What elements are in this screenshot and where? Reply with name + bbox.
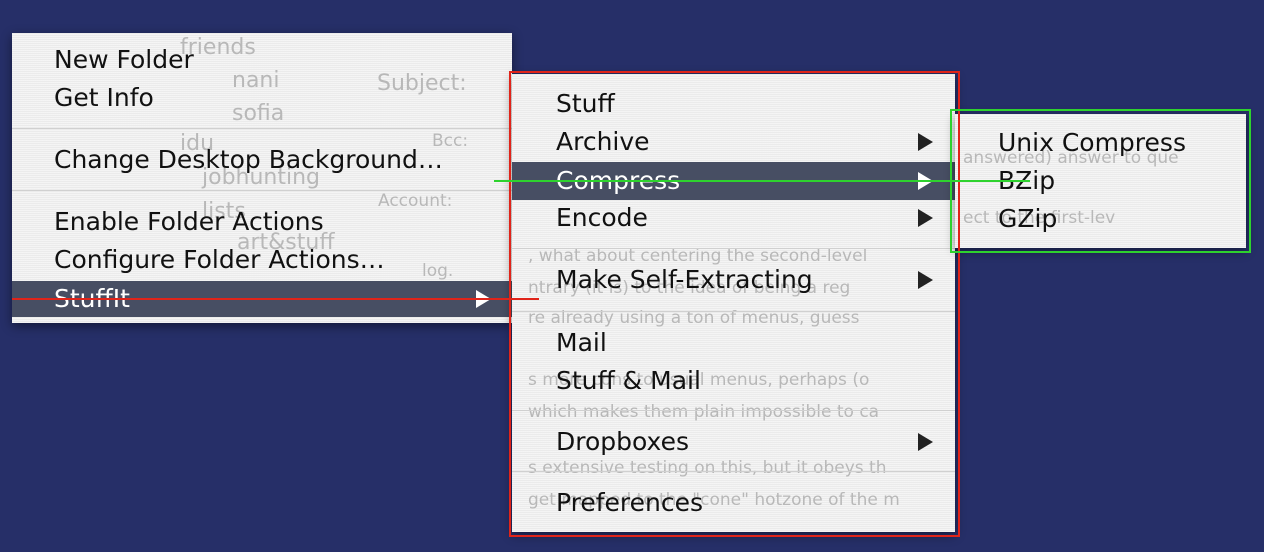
submenu-arrow-icon xyxy=(918,271,933,289)
menu-item-label: Get Info xyxy=(54,83,154,112)
submenu-arrow-icon xyxy=(918,133,933,151)
menu-item-label: Unix Compress xyxy=(998,128,1186,157)
submenu-arrow-icon xyxy=(918,209,933,227)
menu-separator xyxy=(512,248,955,249)
menu-item-label: Compress xyxy=(556,166,681,195)
menu-item-label: New Folder xyxy=(54,45,194,74)
stuffit-submenu: feedback. (I rather be a i) my idea that… xyxy=(512,74,958,532)
menu-item-compress[interactable]: Compress xyxy=(512,162,955,200)
menu-item-label: Mail xyxy=(556,328,607,357)
menu-item-label: Make Self-Extracting xyxy=(556,265,813,294)
menu-item-label: Encode xyxy=(556,203,648,232)
menu-item-stuff[interactable]: Stuff xyxy=(512,85,955,123)
menu-separator xyxy=(512,410,955,411)
menu-item-label: Stuff & Mail xyxy=(556,366,701,395)
menu-item-unix-compress[interactable]: Unix Compress xyxy=(955,124,1246,162)
menu-item-label: StuffIt xyxy=(54,284,130,313)
submenu-arrow-icon xyxy=(918,172,933,190)
menu-item-label: Configure Folder Actions… xyxy=(54,245,385,274)
menu-item-bzip[interactable]: BZip xyxy=(955,162,1246,200)
menu-item-change-desktop-background[interactable]: Change Desktop Background… xyxy=(12,141,512,179)
menu-separator xyxy=(512,471,955,472)
menu-separator xyxy=(12,128,512,129)
compress-submenu: answered) answer to que ect to the first… xyxy=(955,114,1246,248)
menu-separator xyxy=(12,190,512,191)
menu-item-label: Archive xyxy=(556,127,650,156)
submenu-arrow-icon xyxy=(918,433,933,451)
menu-item-make-self-extracting[interactable]: Make Self-Extracting xyxy=(512,261,955,299)
menu-item-label: Enable Folder Actions xyxy=(54,207,324,236)
menu-item-label: BZip xyxy=(998,166,1056,195)
menu-item-new-folder[interactable]: New Folder xyxy=(12,41,512,79)
menu-separator xyxy=(512,311,955,312)
menu-item-mail[interactable]: Mail xyxy=(512,324,955,362)
menu-item-encode[interactable]: Encode xyxy=(512,199,955,237)
menu-item-label: Stuff xyxy=(556,89,615,118)
menu-item-archive[interactable]: Archive xyxy=(512,123,955,161)
menu-item-preferences[interactable]: Preferences xyxy=(512,484,955,522)
context-menu: friends nani sofia idu jobhunting lists … xyxy=(12,33,512,323)
menu-item-label: Change Desktop Background… xyxy=(54,145,443,174)
menu-item-get-info[interactable]: Get Info xyxy=(12,79,512,117)
menu-item-stuffit[interactable]: StuffIt xyxy=(12,281,512,317)
menu-item-gzip[interactable]: GZip xyxy=(955,200,1246,238)
menu-item-enable-folder-actions[interactable]: Enable Folder Actions xyxy=(12,203,512,241)
bg-text-line8: which makes them plain impossible to ca xyxy=(528,402,880,422)
bg-text-line9: s extensive testing on this, but it obey… xyxy=(528,458,887,478)
menu-item-configure-folder-actions[interactable]: Configure Folder Actions… xyxy=(12,241,512,279)
menu-item-stuff-and-mail[interactable]: Stuff & Mail xyxy=(512,362,955,400)
menu-item-label: GZip xyxy=(998,204,1058,233)
menu-item-dropboxes[interactable]: Dropboxes xyxy=(512,423,955,461)
submenu-arrow-icon xyxy=(476,290,491,308)
menu-item-label: Preferences xyxy=(556,488,704,517)
menu-item-label: Dropboxes xyxy=(556,427,689,456)
